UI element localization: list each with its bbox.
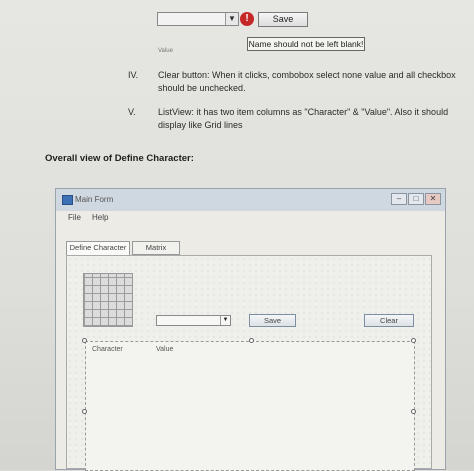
resize-handle[interactable] <box>82 409 87 414</box>
resize-handle[interactable] <box>249 338 254 343</box>
checkbox-grid[interactable] <box>83 273 133 327</box>
character-combobox[interactable]: ▼ <box>156 315 231 326</box>
instruction-text: Clear button: When it clicks, combobox s… <box>158 70 456 93</box>
resize-handle[interactable] <box>411 338 416 343</box>
character-combobox[interactable]: ▼ <box>157 12 239 26</box>
instruction-text: ListView: it has two item columns as "Ch… <box>158 107 449 130</box>
window-title: Main Form <box>75 195 114 204</box>
resize-handle[interactable] <box>82 338 87 343</box>
document-photo: ▼ ! Save Name should not be left blank! … <box>0 0 474 471</box>
character-listview[interactable]: Character Value <box>85 341 415 471</box>
error-icon: ! <box>240 12 254 26</box>
minimize-button[interactable]: – <box>391 193 407 205</box>
value-label: Value <box>158 48 173 54</box>
tab-matrix-display[interactable]: Matrix Display <box>132 241 180 264</box>
main-form-window: Main Form – □ ✕ File Help Define Charact… <box>55 188 446 471</box>
save-button[interactable]: Save <box>258 12 308 27</box>
app-icon <box>62 195 73 205</box>
menu-help[interactable]: Help <box>92 213 108 222</box>
chevron-down-icon[interactable]: ▼ <box>225 13 238 25</box>
column-header-value[interactable]: Value <box>156 346 173 353</box>
maximize-button[interactable]: □ <box>408 193 424 205</box>
clear-button[interactable]: Clear <box>364 314 414 327</box>
menu-file[interactable]: File <box>68 213 81 222</box>
instruction-number: V. <box>128 107 136 117</box>
resize-handle[interactable] <box>411 409 416 414</box>
chevron-down-icon[interactable]: ▼ <box>220 316 230 325</box>
tab-define-character[interactable]: Define Character <box>66 241 130 256</box>
save-button[interactable]: Save <box>249 314 296 327</box>
column-header-character[interactable]: Character <box>92 346 123 353</box>
close-button[interactable]: ✕ <box>425 193 441 205</box>
validation-tooltip: Name should not be left blank! <box>247 37 365 51</box>
instruction-number: IV. <box>128 70 139 80</box>
section-heading: Overall view of Define Character: <box>45 153 194 164</box>
